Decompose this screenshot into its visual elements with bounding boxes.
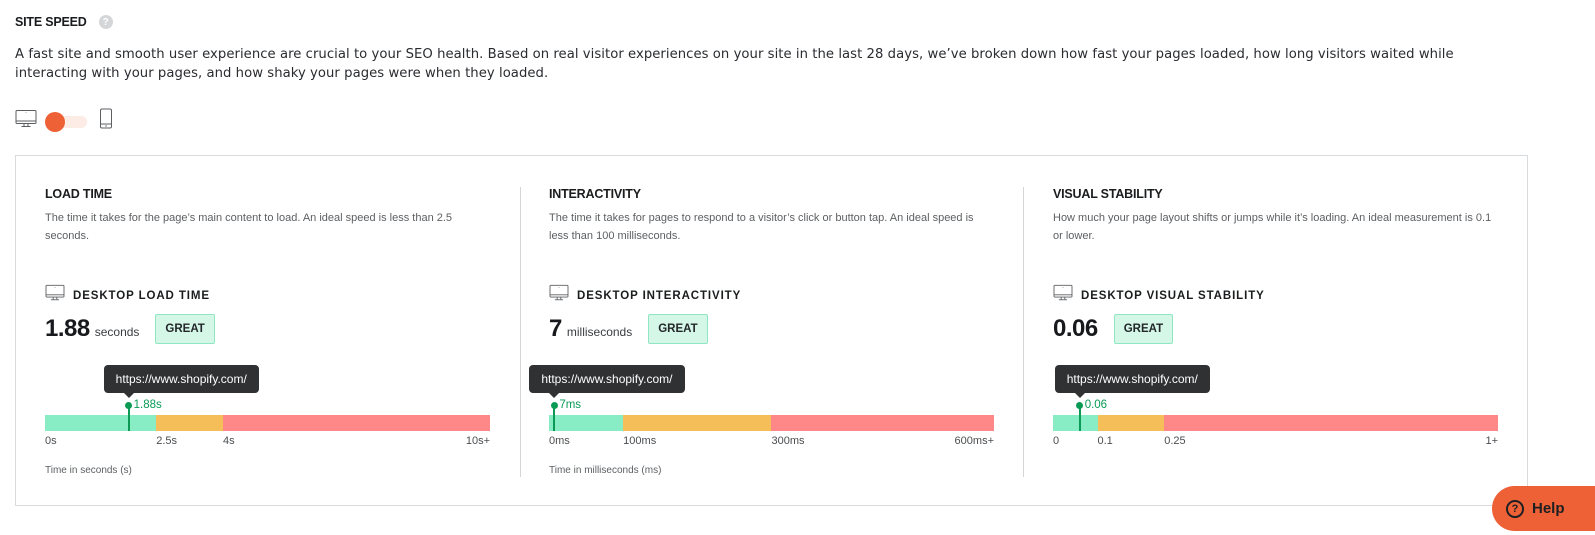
metric-description: How much your page layout shifts or jump…	[1053, 212, 1492, 242]
threshold-bar	[45, 415, 490, 431]
metric-value: 1.88	[45, 315, 90, 342]
axis-tick-label: 100ms	[623, 435, 657, 447]
metric-value-row: 7 milliseconds GREAT	[549, 314, 708, 344]
bar-segment-good	[1053, 415, 1098, 431]
url-tooltip: https://www.shopify.com/	[1054, 365, 1210, 398]
bar-segment-mid	[156, 415, 223, 431]
metric-description: The time it takes for pages to respond t…	[549, 212, 974, 242]
axis-tick-label: 0	[1053, 435, 1060, 447]
metric-header: DESKTOP VISUAL STABILITY	[1053, 284, 1265, 307]
axis-label: Time in seconds (s)	[45, 465, 132, 476]
axis-tick-label: 10s+	[465, 435, 490, 447]
site-speed-card: LOAD TIME The time it takes for the page…	[15, 155, 1528, 506]
metric-value-row: 0.06 GREAT	[1053, 314, 1174, 344]
bar-segment-bad	[1164, 415, 1498, 431]
metric-description: The time it takes for the page’s main co…	[45, 212, 453, 242]
threshold-bar	[549, 415, 994, 431]
url-tooltip: https://www.shopify.com/	[103, 365, 259, 398]
status-badge: GREAT	[648, 314, 708, 344]
axis-tick-label: 0.25	[1164, 435, 1186, 447]
metric-unit: milliseconds	[566, 324, 633, 339]
axis-tick-label: 600ms+	[954, 435, 994, 447]
axis-tick-label: 300ms	[771, 435, 805, 447]
metric-value-row: 1.88 seconds GREAT	[45, 314, 215, 344]
bar-segment-mid	[623, 415, 772, 431]
axis-tick-label: 0.1	[1097, 435, 1113, 447]
page-title: SITE SPEED	[15, 15, 87, 29]
desktop-icon	[549, 284, 569, 307]
help-button-label: Help	[1532, 500, 1565, 517]
metric-label: DESKTOP VISUAL STABILITY	[1081, 289, 1265, 302]
desktop-icon	[1053, 284, 1073, 307]
marker-label: 0.06	[1084, 399, 1108, 411]
metric-label: DESKTOP LOAD TIME	[73, 289, 210, 302]
mobile-icon[interactable]	[99, 108, 113, 135]
marker-dot[interactable]	[1076, 402, 1084, 409]
column-divider	[520, 187, 521, 477]
metric-value: 7	[549, 315, 562, 342]
metric-title: INTERACTIVITY	[549, 187, 641, 201]
axis-tick-label: 4s	[223, 435, 235, 447]
question-circle-icon[interactable]: ?	[98, 15, 113, 29]
metric-unit: seconds	[94, 324, 140, 339]
desktop-icon	[45, 284, 65, 307]
url-tooltip: https://www.shopify.com/	[529, 365, 685, 398]
bar-segment-bad	[223, 415, 490, 431]
metric-header: DESKTOP INTERACTIVITY	[549, 284, 741, 307]
marker-dot[interactable]	[550, 402, 558, 409]
device-toggle-switch[interactable]	[45, 111, 89, 132]
desktop-icon[interactable]	[15, 109, 37, 134]
axis-tick-label: 0s	[45, 435, 57, 447]
device-toggle	[15, 108, 113, 135]
status-badge: GREAT	[155, 314, 215, 344]
bar-segment-good	[45, 415, 157, 431]
bar-segment-good	[549, 415, 624, 431]
metric-value: 0.06	[1053, 315, 1098, 342]
marker-label: 1.88s	[133, 399, 162, 411]
threshold-bar	[1053, 415, 1498, 431]
bar-segment-mid	[1097, 415, 1165, 431]
help-button[interactable]: ? Help	[1492, 486, 1595, 531]
bar-segment-bad	[771, 415, 994, 431]
toggle-knob	[45, 111, 65, 132]
marker-dot[interactable]	[125, 402, 133, 409]
status-badge: GREAT	[1113, 314, 1174, 344]
metric-title: VISUAL STABILITY	[1053, 187, 1163, 201]
column-divider	[1023, 187, 1024, 477]
axis-tick-label: 0ms	[549, 435, 570, 447]
question-circle-icon: ?	[1506, 499, 1524, 518]
intro-text: A fast site and smooth user experience a…	[15, 47, 1454, 81]
metric-title: LOAD TIME	[45, 187, 112, 201]
axis-label: Time in milliseconds (ms)	[549, 465, 662, 476]
metric-label: DESKTOP INTERACTIVITY	[577, 289, 742, 302]
axis-tick-label: 1+	[1485, 435, 1498, 447]
section-header: SITE SPEED ?	[15, 15, 113, 29]
axis-tick-label: 2.5s	[156, 435, 178, 447]
marker-label: 7ms	[559, 399, 582, 411]
metric-header: DESKTOP LOAD TIME	[45, 284, 210, 307]
